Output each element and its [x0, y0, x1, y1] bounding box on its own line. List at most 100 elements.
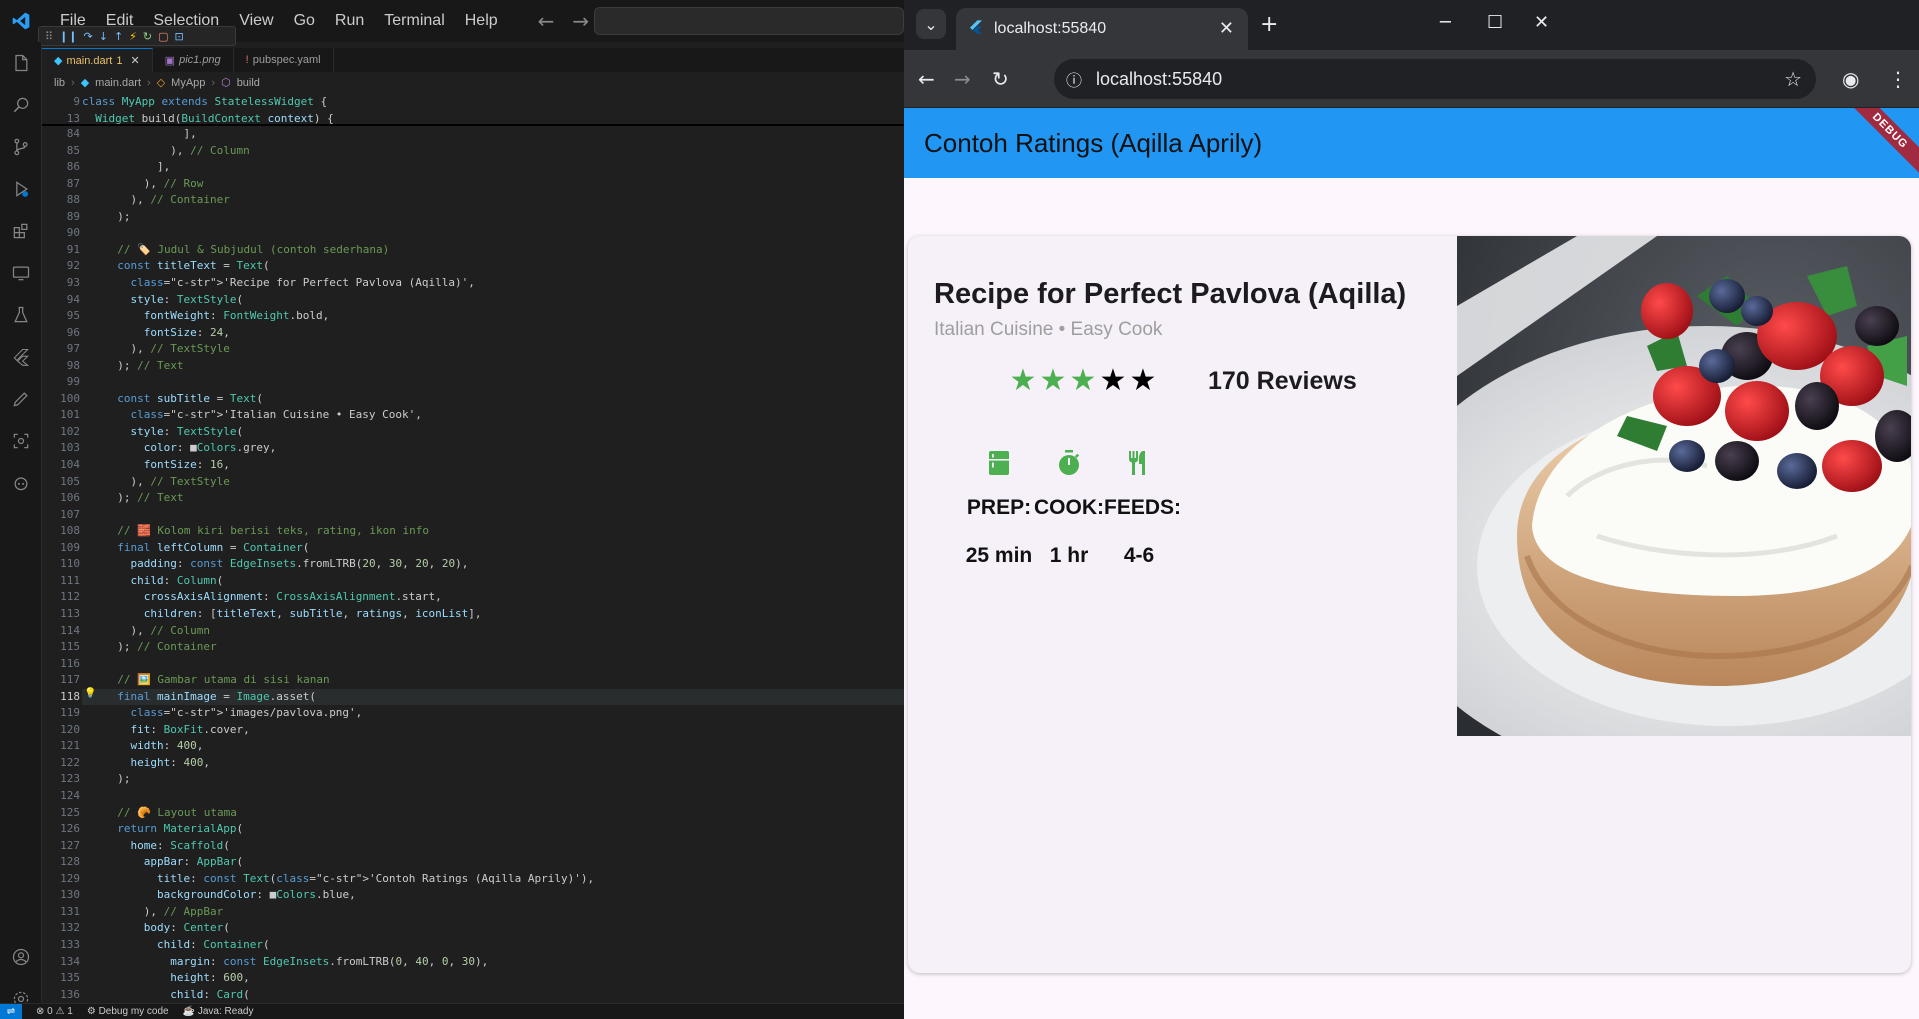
- feeds-info: FEEDS: 4-6: [1104, 450, 1181, 568]
- kitchen-icon: [964, 450, 1034, 480]
- line-number: 106: [60, 491, 80, 505]
- pause-icon[interactable]: ❙❙: [59, 30, 77, 43]
- editor-tabs: ◆ main.dart 1 ✕ ▣ pic1.png ! pubspec.yam…: [42, 48, 904, 72]
- cook-label: COOK:: [1034, 496, 1104, 519]
- address-bar[interactable]: ⓘ localhost:55840 ☆: [1054, 59, 1816, 99]
- close-icon[interactable]: ✕: [130, 54, 139, 67]
- tab-main-dart[interactable]: ◆ main.dart 1 ✕: [42, 48, 153, 72]
- forward-button[interactable]: →: [954, 67, 971, 91]
- code-editor[interactable]: 84 ], 85 ), // Column 86 ], 87 ), // Row 88 …: [42, 126, 904, 1002]
- breadcrumb-item[interactable]: build: [237, 77, 260, 89]
- browser-tab[interactable]: localhost:55840 ✕: [956, 8, 1248, 50]
- extensions-icon[interactable]: [0, 210, 42, 252]
- java-status[interactable]: ☕ Java: Ready: [183, 1006, 254, 1017]
- line-number: 128: [60, 855, 80, 869]
- line-number: 119: [60, 706, 80, 720]
- line-number: 9: [73, 95, 80, 108]
- nav-arrows: ← →: [538, 9, 590, 33]
- new-tab-button[interactable]: +: [1260, 12, 1278, 37]
- menu-item[interactable]: Help: [455, 12, 508, 30]
- source-control-icon[interactable]: [0, 126, 42, 168]
- sticky-code-line: class MyApp extends StatelessWidget {: [82, 95, 328, 108]
- pen-icon[interactable]: [0, 378, 42, 420]
- site-info-icon[interactable]: ⓘ: [1066, 67, 1082, 91]
- restart-icon[interactable]: ↻: [143, 30, 152, 43]
- explorer-icon[interactable]: [0, 42, 42, 84]
- line-number: 111: [60, 573, 80, 587]
- recipe-card: Recipe for Perfect Pavlova (Aqilla) Ital…: [908, 236, 1911, 973]
- code-line: style: TextStyle(: [130, 424, 244, 438]
- pavlova-image: [1457, 236, 1911, 736]
- line-number: 88: [66, 193, 80, 207]
- minimize-button[interactable]: ─: [1440, 12, 1451, 33]
- tab-strip: ⌄ localhost:55840 ✕ + ─ ☐ ✕: [904, 0, 1919, 50]
- account-icon[interactable]: [0, 936, 42, 978]
- chevron-down-icon: ⌄: [924, 14, 938, 34]
- reload-button[interactable]: ↻: [992, 67, 1009, 91]
- left-column: Recipe for Perfect Pavlova (Aqilla) Ital…: [908, 236, 1459, 736]
- flutter-favicon-icon: [968, 19, 984, 40]
- flutter-icon[interactable]: [0, 336, 42, 378]
- lightbulb-icon[interactable]: 💡: [84, 688, 96, 699]
- hot-reload-icon[interactable]: ⚡: [129, 30, 137, 43]
- stop-icon[interactable]: ▢: [158, 30, 168, 43]
- cook-value: 1 hr: [1049, 544, 1089, 567]
- menu-item[interactable]: Run: [325, 12, 374, 30]
- close-window-button[interactable]: ✕: [1534, 12, 1549, 33]
- line-number: 101: [60, 408, 80, 422]
- code-line: class="c-str">'images/pavlova.png',: [130, 706, 363, 720]
- tab-pubspec-yaml[interactable]: ! pubspec.yaml: [234, 48, 334, 72]
- inspect-icon[interactable]: ⊡: [175, 30, 184, 43]
- profile-icon[interactable]: ◉: [1842, 67, 1859, 91]
- restaurant-icon: [1104, 450, 1174, 480]
- problems-indicator[interactable]: ⊗ 0 ⚠ 1: [36, 1006, 73, 1017]
- line-number: 127: [60, 838, 80, 852]
- line-number: 87: [66, 176, 80, 190]
- drag-handle-icon[interactable]: ⠿: [45, 30, 53, 43]
- back-arrow-icon[interactable]: ←: [538, 9, 555, 33]
- remote-explorer-icon[interactable]: [0, 252, 42, 294]
- maximize-button[interactable]: ☐: [1487, 12, 1503, 33]
- code-line: fontWeight: FontWeight.bold,: [143, 309, 330, 323]
- close-tab-icon[interactable]: ✕: [1219, 18, 1234, 39]
- copilot-icon[interactable]: [0, 462, 42, 504]
- dart-file-icon: ◆: [54, 55, 63, 67]
- inspect-element-icon[interactable]: [0, 420, 42, 462]
- remote-icon[interactable]: ⇌: [0, 1003, 22, 1019]
- back-button[interactable]: ←: [918, 67, 935, 91]
- code-line: final leftColumn = Container(: [117, 540, 310, 554]
- code-line: return MaterialApp(: [117, 822, 244, 836]
- code-line: fontSize: 24,: [143, 325, 230, 339]
- breadcrumb-item[interactable]: lib: [54, 77, 65, 89]
- breadcrumb-item[interactable]: MyApp: [171, 77, 205, 89]
- code-line: width: 400,: [130, 739, 204, 753]
- menu-item[interactable]: View: [229, 12, 283, 30]
- line-number: 84: [66, 127, 80, 140]
- testing-icon[interactable]: [0, 294, 42, 336]
- code-line: // 🥐 Layout utama: [117, 805, 237, 819]
- line-number: 85: [66, 143, 80, 157]
- star-rating: ★ ★ ★ ★ ★: [1008, 366, 1158, 396]
- forward-arrow-icon[interactable]: →: [572, 9, 589, 33]
- search-icon[interactable]: [0, 84, 42, 126]
- line-number: 93: [66, 275, 80, 289]
- menu-kebab-icon[interactable]: ⋮: [1888, 67, 1908, 91]
- step-over-icon[interactable]: ↷: [84, 30, 93, 43]
- code-line: // 🏷️ Judul & Subjudul (contoh sederhana…: [117, 242, 390, 256]
- code-line: crossAxisAlignment: CrossAxisAlignment.s…: [143, 590, 442, 604]
- prep-label: PREP:: [966, 496, 1032, 519]
- step-out-icon[interactable]: ↑: [114, 30, 123, 43]
- bookmark-star-icon[interactable]: ☆: [1784, 67, 1802, 92]
- step-into-icon[interactable]: ↓: [99, 30, 108, 43]
- menu-item[interactable]: Terminal: [374, 12, 454, 30]
- debug-status[interactable]: ⚙ Debug my code: [87, 1006, 169, 1017]
- line-number: 125: [60, 805, 80, 819]
- breadcrumb-item[interactable]: main.dart: [95, 77, 141, 89]
- menu-item[interactable]: Go: [284, 12, 325, 30]
- tab-pic1-png[interactable]: ▣ pic1.png: [153, 48, 234, 72]
- tab-search-button[interactable]: ⌄: [916, 9, 946, 39]
- command-center[interactable]: [594, 7, 904, 35]
- line-number: 131: [60, 904, 80, 918]
- run-debug-icon[interactable]: [0, 168, 42, 210]
- tab-label: pic1.png: [179, 54, 221, 66]
